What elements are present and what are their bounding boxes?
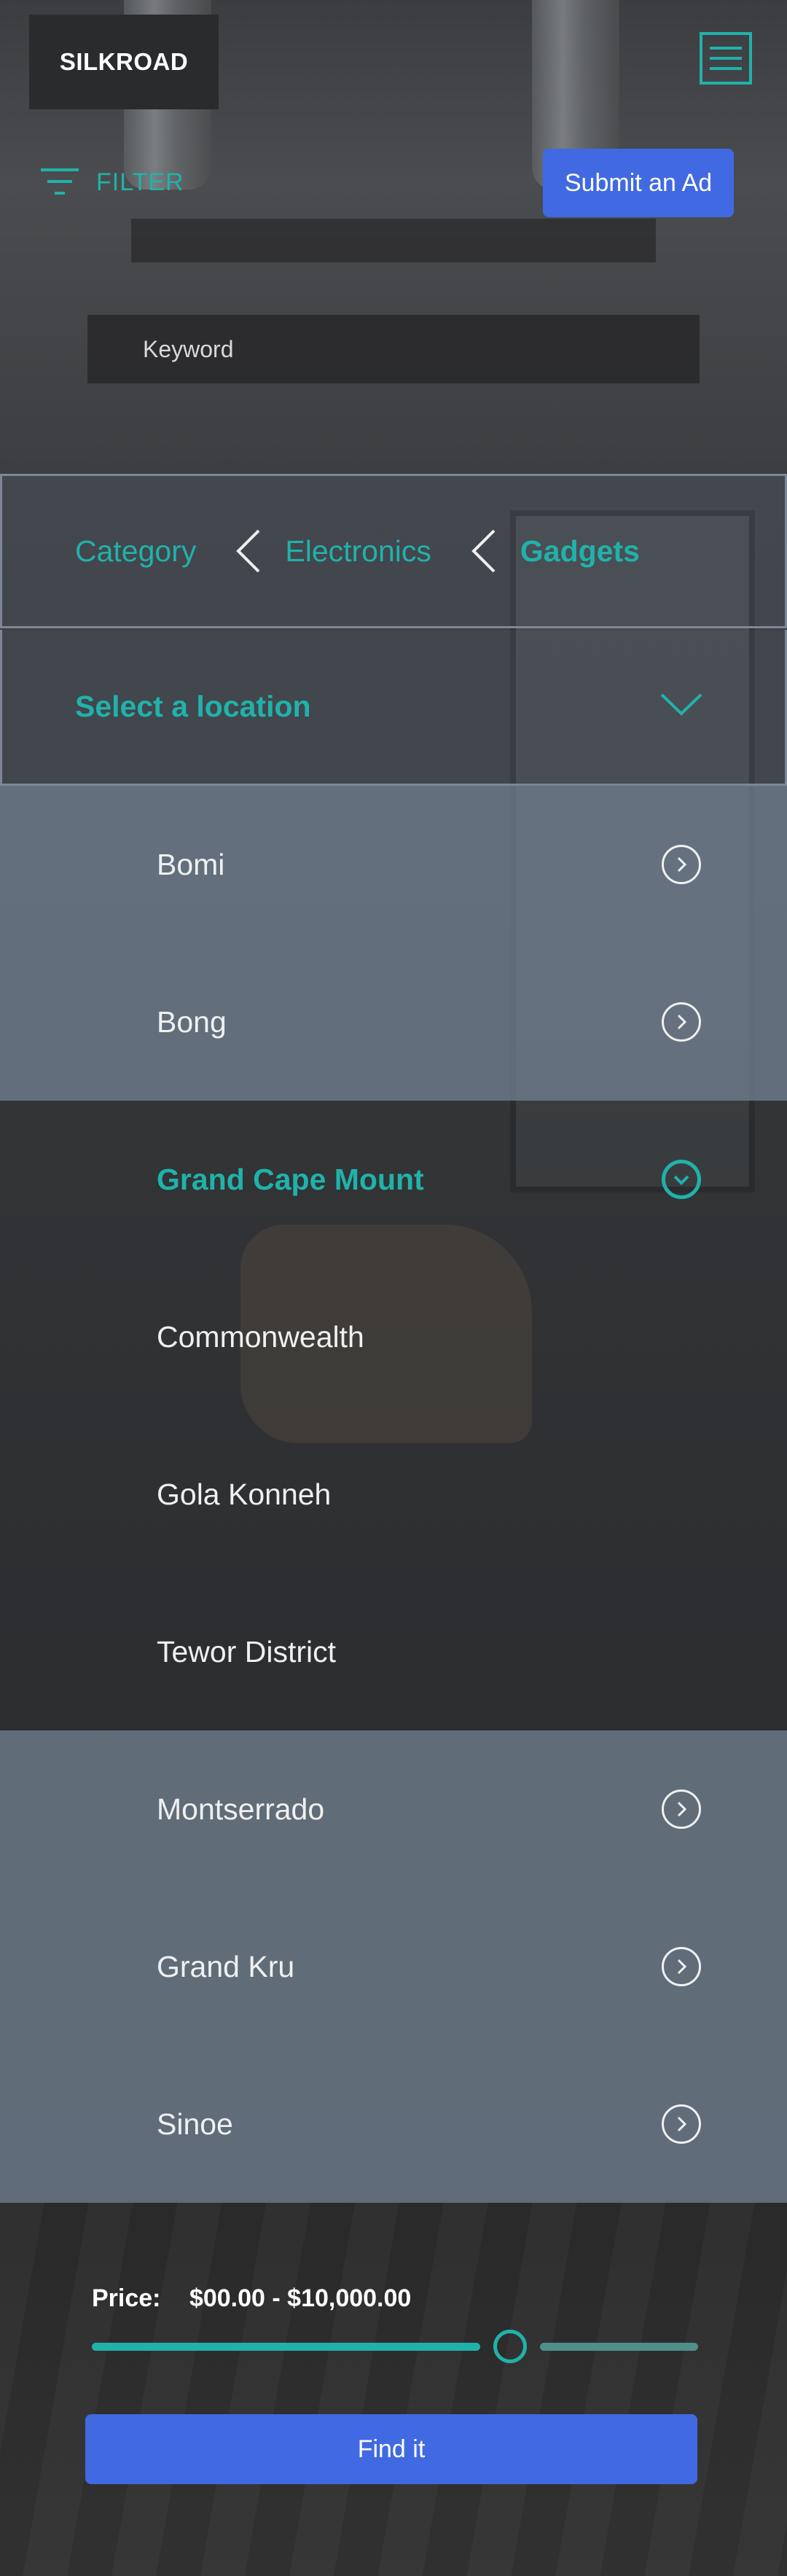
price-panel: Price: $00.00 - $10,000.00 Find it bbox=[0, 2204, 787, 2576]
chevron-right-circle-icon bbox=[662, 1002, 701, 1042]
price-readout: Price: $00.00 - $10,000.00 bbox=[92, 2284, 411, 2313]
location-item-grand-cape-mount[interactable]: Grand Cape Mount bbox=[0, 1101, 787, 1258]
location-item-label: Montserrado bbox=[157, 1792, 325, 1826]
location-select-label: Select a location bbox=[75, 690, 311, 723]
price-label: Price: bbox=[92, 2284, 161, 2312]
slider-track-remaining bbox=[540, 2343, 698, 2351]
menu-icon-bar bbox=[710, 67, 742, 70]
price-slider[interactable] bbox=[92, 2324, 698, 2368]
location-item-label: Sinoe bbox=[157, 2107, 233, 2141]
category-breadcrumb: Category Electronics Gadgets bbox=[0, 474, 787, 628]
location-subitem-gola-konneh[interactable]: Gola Konneh bbox=[0, 1416, 787, 1573]
location-item-grand-kru[interactable]: Grand Kru bbox=[0, 1888, 787, 2045]
location-subitem-commonwealth[interactable]: Commonwealth bbox=[0, 1258, 787, 1416]
chevron-left-icon bbox=[469, 528, 498, 574]
find-it-button[interactable]: Find it bbox=[85, 2414, 697, 2484]
location-select[interactable]: Select a location bbox=[0, 630, 787, 786]
location-item-label: Commonwealth bbox=[157, 1319, 364, 1354]
location-item-bong[interactable]: Bong bbox=[0, 943, 787, 1101]
ceiling-beam bbox=[131, 219, 656, 262]
logo-text: SILKROAD bbox=[59, 48, 189, 75]
site-logo[interactable]: SILKROAD bbox=[29, 15, 219, 109]
filter-icon bbox=[39, 168, 80, 196]
crumb-gadgets[interactable]: Gadgets bbox=[520, 534, 640, 569]
menu-icon-bar bbox=[710, 57, 742, 60]
location-item-label: Bomi bbox=[157, 847, 225, 881]
crumb-electronics[interactable]: Electronics bbox=[285, 534, 431, 569]
location-subitem-tewor-district[interactable]: Tewor District bbox=[0, 1573, 787, 1730]
chevron-left-icon bbox=[234, 528, 263, 574]
chevron-right-circle-icon bbox=[662, 845, 701, 884]
price-range-value: $00.00 - $10,000.00 bbox=[189, 2284, 412, 2312]
location-item-label: Bong bbox=[157, 1004, 227, 1039]
chevron-down-circle-icon bbox=[662, 1160, 701, 1199]
menu-icon-bar bbox=[710, 47, 742, 50]
keyword-input[interactable] bbox=[87, 315, 700, 383]
crumb-category[interactable]: Category bbox=[75, 534, 196, 569]
location-item-label: Grand Kru bbox=[157, 1949, 295, 1983]
location-list: Bomi Bong Grand Cape Mount Commonwealth … bbox=[0, 786, 787, 2203]
location-item-label: Tewor District bbox=[157, 1634, 337, 1668]
submit-ad-button[interactable]: Submit an Ad bbox=[543, 149, 734, 217]
hamburger-menu-button[interactable] bbox=[700, 32, 752, 85]
chevron-right-circle-icon bbox=[662, 1789, 701, 1829]
chevron-down-icon bbox=[659, 690, 703, 724]
chevron-right-circle-icon bbox=[662, 1947, 701, 1986]
location-item-sinoe[interactable]: Sinoe bbox=[0, 2045, 787, 2203]
location-item-montserrado[interactable]: Montserrado bbox=[0, 1730, 787, 1888]
location-item-label: Gola Konneh bbox=[157, 1477, 332, 1511]
filter-toggle[interactable]: FILTER bbox=[39, 165, 184, 200]
chevron-right-circle-icon bbox=[662, 2104, 701, 2144]
location-item-bomi[interactable]: Bomi bbox=[0, 786, 787, 943]
filter-label: FILTER bbox=[96, 168, 184, 196]
slider-thumb[interactable] bbox=[493, 2330, 527, 2363]
location-item-label: Grand Cape Mount bbox=[157, 1162, 424, 1196]
slider-track-filled bbox=[92, 2343, 480, 2351]
